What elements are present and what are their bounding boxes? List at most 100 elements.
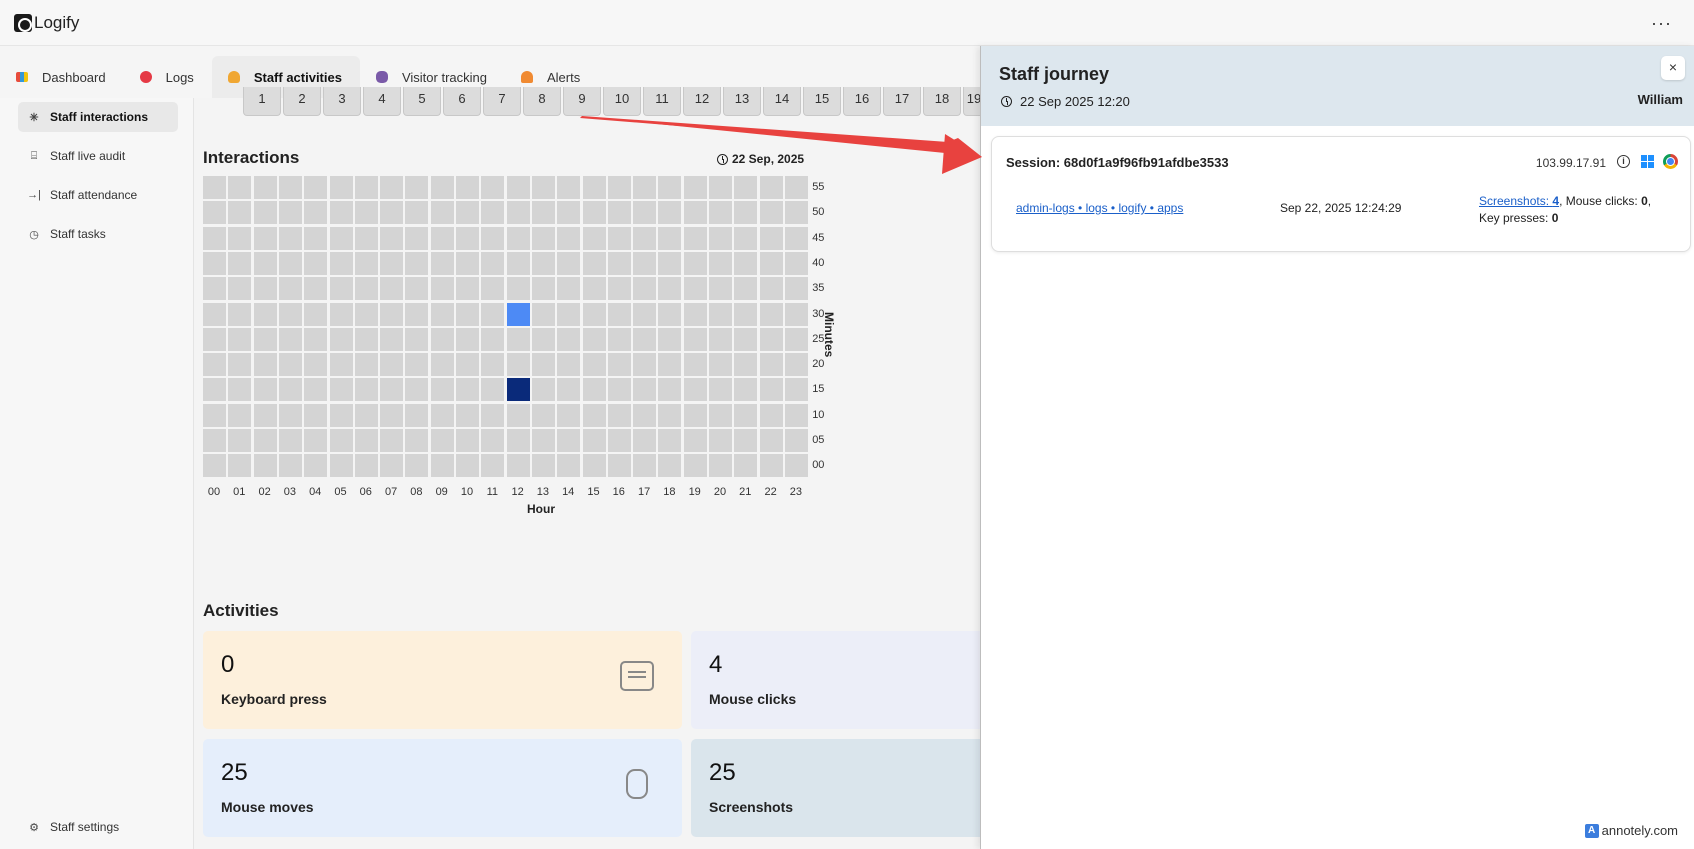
heatmap-cell[interactable]	[531, 302, 555, 326]
heatmap-cell[interactable]	[709, 454, 732, 478]
heatmap-cell[interactable]	[405, 454, 429, 478]
heatmap-cell[interactable]	[633, 378, 657, 402]
heatmap-cell[interactable]	[582, 429, 606, 452]
heatmap-cell[interactable]	[228, 378, 252, 402]
heatmap-cell[interactable]	[557, 251, 581, 275]
heatmap-cell[interactable]	[456, 454, 479, 478]
heatmap-cell[interactable]	[203, 251, 226, 275]
heatmap-cell[interactable]	[354, 251, 378, 275]
heatmap-cell[interactable]	[633, 403, 657, 427]
heatmap-cell[interactable]	[380, 201, 404, 225]
heatmap-cell[interactable]	[582, 226, 606, 250]
heatmap-cell[interactable]	[329, 378, 353, 402]
heatmap-cell[interactable]	[329, 251, 353, 275]
heatmap-cell[interactable]	[709, 353, 732, 377]
heatmap-cell[interactable]	[658, 251, 682, 275]
heatmap-cell[interactable]	[304, 403, 328, 427]
heatmap-cell[interactable]	[329, 429, 353, 452]
heatmap-cell[interactable]	[784, 201, 808, 225]
heatmap-cell[interactable]	[506, 277, 530, 301]
heatmap-cell[interactable]	[203, 201, 226, 225]
heatmap-cell[interactable]	[405, 226, 429, 250]
heatmap-cell[interactable]	[354, 353, 378, 377]
page-button[interactable]: 1	[243, 87, 281, 116]
heatmap-cell[interactable]	[278, 327, 302, 351]
heatmap-cell[interactable]	[354, 378, 378, 402]
heatmap-cell[interactable]	[481, 403, 505, 427]
heatmap-cell[interactable]	[531, 454, 555, 478]
heatmap-cell[interactable]	[456, 302, 479, 326]
heatmap-cell[interactable]	[582, 176, 606, 199]
heatmap-cell[interactable]	[759, 403, 783, 427]
sidebar-item-staff-attendance[interactable]: →| Staff attendance	[18, 180, 178, 210]
heatmap-cell[interactable]	[506, 403, 530, 427]
heatmap-cell[interactable]	[506, 454, 530, 478]
heatmap-cell[interactable]	[380, 353, 404, 377]
heatmap-cell[interactable]	[607, 226, 631, 250]
heatmap-cell[interactable]	[506, 327, 530, 351]
heatmap-cell[interactable]	[658, 403, 682, 427]
heatmap-cell[interactable]	[734, 378, 758, 402]
heatmap-cell[interactable]	[633, 353, 657, 377]
sidebar-item-staff-tasks[interactable]: ◷ Staff tasks	[18, 219, 178, 249]
heatmap-cell[interactable]	[683, 251, 707, 275]
heatmap-cell[interactable]	[633, 429, 657, 452]
heatmap-cell[interactable]	[203, 226, 226, 250]
heatmap-cell[interactable]	[430, 454, 454, 478]
heatmap-cell[interactable]	[709, 277, 732, 301]
heatmap-cell[interactable]	[683, 277, 707, 301]
page-button[interactable]: 13	[723, 87, 761, 116]
heatmap-cell[interactable]	[278, 403, 302, 427]
heatmap-cell[interactable]	[506, 378, 530, 402]
heatmap-cell[interactable]	[759, 176, 783, 199]
heatmap-cell[interactable]	[582, 302, 606, 326]
heatmap-cell[interactable]	[430, 176, 454, 199]
heatmap-cell[interactable]	[405, 176, 429, 199]
heatmap-cell[interactable]	[278, 226, 302, 250]
heatmap-cell[interactable]	[734, 454, 758, 478]
heatmap-cell[interactable]	[456, 327, 479, 351]
heatmap-cell[interactable]	[607, 176, 631, 199]
heatmap-cell[interactable]	[557, 277, 581, 301]
heatmap-cell[interactable]	[354, 454, 378, 478]
heatmap-cell[interactable]	[203, 327, 226, 351]
heatmap-cell[interactable]	[784, 251, 808, 275]
heatmap-cell[interactable]	[633, 201, 657, 225]
heatmap-cell[interactable]	[203, 454, 226, 478]
heatmap-cell[interactable]	[709, 176, 732, 199]
heatmap-cell[interactable]	[658, 277, 682, 301]
heatmap-cell[interactable]	[506, 429, 530, 452]
info-icon[interactable]: i	[1617, 155, 1630, 168]
heatmap-cell[interactable]	[456, 277, 479, 301]
heatmap-cell[interactable]	[709, 201, 732, 225]
heatmap-cell[interactable]	[734, 327, 758, 351]
heatmap-cell[interactable]	[329, 454, 353, 478]
heatmap-cell[interactable]	[734, 277, 758, 301]
heatmap-cell[interactable]	[481, 353, 505, 377]
heatmap-cell[interactable]	[734, 201, 758, 225]
heatmap-cell[interactable]	[759, 302, 783, 326]
heatmap-cell[interactable]	[304, 429, 328, 452]
heatmap-cell[interactable]	[582, 251, 606, 275]
heatmap-cell[interactable]	[278, 277, 302, 301]
heatmap-cell[interactable]	[456, 251, 479, 275]
heatmap-cell[interactable]	[531, 403, 555, 427]
app-logo[interactable]: Logify	[14, 13, 79, 33]
heatmap-cell[interactable]	[683, 176, 707, 199]
sidebar-item-staff-interactions[interactable]: ✳ Staff interactions	[18, 102, 178, 132]
heatmap-cell[interactable]	[304, 454, 328, 478]
tab-dashboard[interactable]: Dashboard	[0, 56, 124, 98]
heatmap-cell[interactable]	[557, 201, 581, 225]
heatmap-cell[interactable]	[607, 353, 631, 377]
heatmap-cell[interactable]	[784, 378, 808, 402]
heatmap-cell[interactable]	[607, 201, 631, 225]
heatmap-cell[interactable]	[658, 378, 682, 402]
heatmap-cell[interactable]	[658, 429, 682, 452]
heatmap-cell[interactable]	[784, 403, 808, 427]
heatmap-cell[interactable]	[228, 251, 252, 275]
heatmap-cell[interactable]	[354, 302, 378, 326]
heatmap-cell[interactable]	[405, 277, 429, 301]
heatmap-cell[interactable]	[228, 226, 252, 250]
heatmap-cell[interactable]	[430, 403, 454, 427]
heatmap-cell[interactable]	[557, 353, 581, 377]
